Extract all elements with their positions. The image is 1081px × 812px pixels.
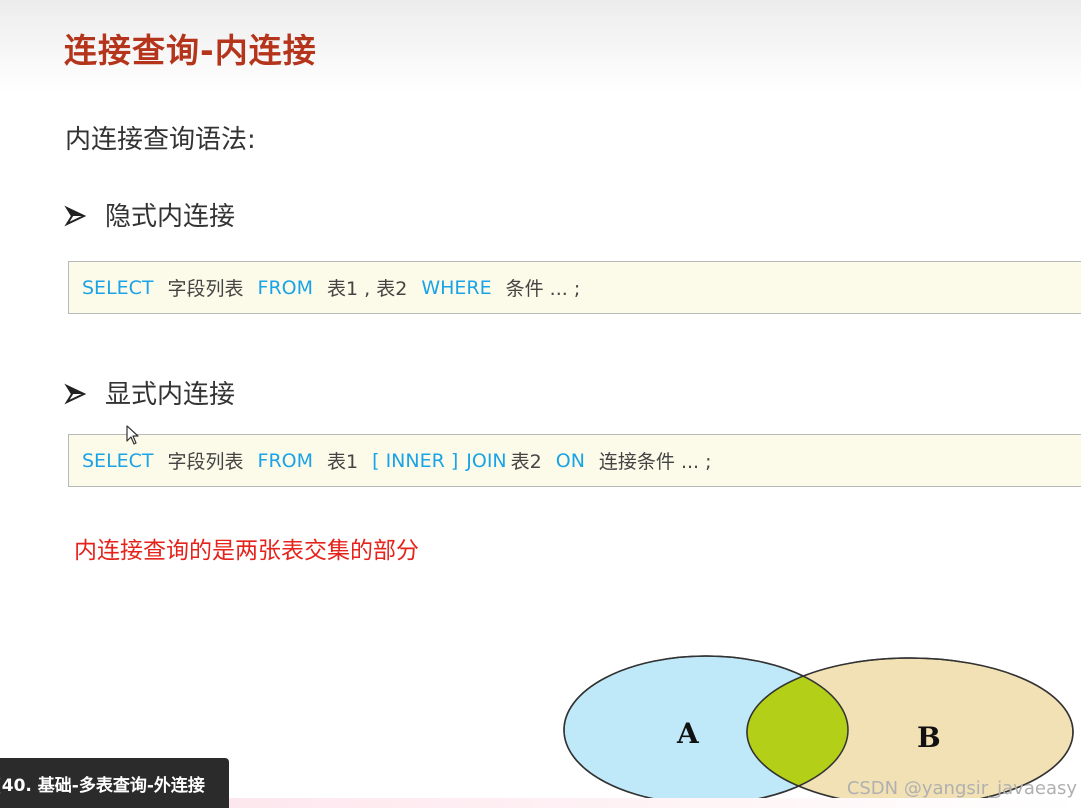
syntax-subtitle: 内连接查询语法: xyxy=(65,125,256,155)
implicit-join-bullet: 隐式内连接 xyxy=(64,196,235,233)
implicit-join-code: SELECT 字段列表 FROM 表1 , 表2 WHERE 条件 ... ; xyxy=(68,261,1081,314)
keyword-where: WHERE xyxy=(421,276,492,299)
code-table1: 表1 xyxy=(327,451,359,473)
explicit-join-bullet: 显式内连接 xyxy=(64,374,235,411)
code-tables: 表1 , 表2 xyxy=(327,278,408,300)
code-fields: 字段列表 xyxy=(167,278,244,300)
keyword-from: FROM xyxy=(257,276,314,299)
keyword-select: SELECT xyxy=(82,449,154,472)
venn-label-a: A xyxy=(677,717,699,750)
venn-label-b: B xyxy=(917,721,941,754)
arrowhead-bullet-icon xyxy=(64,204,87,226)
mouse-pointer-icon xyxy=(126,425,140,449)
keyword-join: JOIN xyxy=(466,449,507,472)
keyword-on: ON xyxy=(555,449,585,472)
intersection-note: 内连接查询的是两张表交集的部分 xyxy=(74,538,419,564)
slide-title: 连接查询-内连接 xyxy=(64,31,317,70)
video-title-overlay[interactable]: (40. 基础-多表查询-外连接 xyxy=(0,758,229,808)
video-title-text: (40. 基础-多表查询-外连接 xyxy=(0,775,205,796)
implicit-join-heading: 隐式内连接 xyxy=(105,202,236,232)
code-fields: 字段列表 xyxy=(167,451,244,473)
explicit-join-heading: 显式内连接 xyxy=(105,380,236,410)
keyword-from: FROM xyxy=(257,449,314,472)
keyword-select: SELECT xyxy=(82,276,154,299)
code-join-condition: 连接条件 ... ; xyxy=(598,451,712,473)
explicit-join-code: SELECT 字段列表 FROM 表1 [ INNER ] JOIN 表2 ON… xyxy=(68,434,1081,487)
keyword-inner: [ INNER ] xyxy=(372,449,459,472)
bottom-strip xyxy=(229,798,1081,808)
arrowhead-bullet-icon xyxy=(64,382,87,404)
csdn-watermark: CSDN @yangsir_javaeasy xyxy=(846,778,1077,799)
code-table2: 表2 xyxy=(510,451,542,473)
code-condition: 条件 ... ; xyxy=(505,278,581,300)
